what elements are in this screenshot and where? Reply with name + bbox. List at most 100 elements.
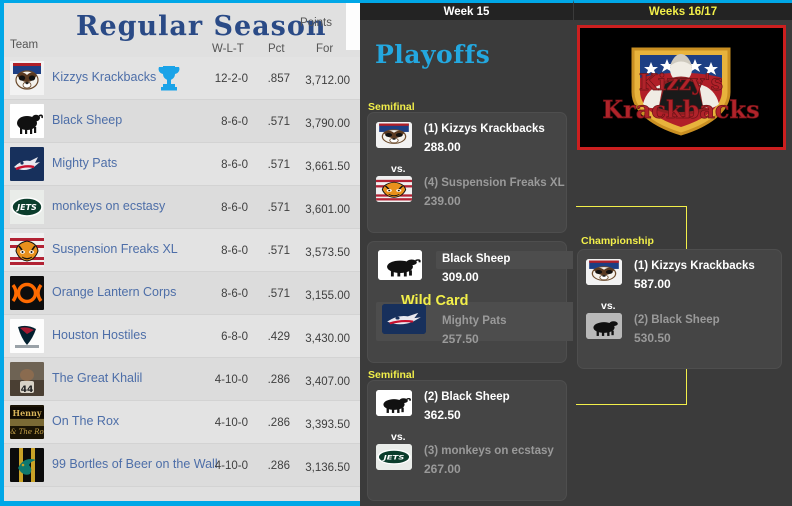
cell-pct: .571 bbox=[267, 245, 290, 257]
vs-label-championship: vs. bbox=[601, 300, 616, 312]
panel-bottom-accent bbox=[0, 501, 360, 506]
table-row[interactable]: Suspension Freaks XL 8-6-0 .571 3,573.50 bbox=[4, 229, 360, 272]
team-logo-icon bbox=[10, 233, 44, 267]
vertical-scrollbar[interactable] bbox=[346, 3, 360, 50]
cell-wlt: 4-10-0 bbox=[214, 417, 248, 429]
match-championship[interactable]: (1) Kizzys Krackbacks 587.00 vs. (2) Bla… bbox=[578, 250, 781, 368]
championship-winner-name[interactable]: (1) Kizzys Krackbacks bbox=[634, 260, 755, 272]
cell-points-for: 3,712.00 bbox=[305, 75, 350, 87]
match-semifinal-top[interactable]: (1) Kizzys Krackbacks 288.00 vs. (4) Sus… bbox=[368, 113, 566, 232]
team-logo-icon bbox=[10, 104, 44, 138]
team-logo-suspension-freaks-icon bbox=[376, 176, 412, 202]
team-logo-kizzys-icon bbox=[376, 122, 412, 148]
points-group-header: Points bbox=[300, 17, 332, 29]
column-header-wlt[interactable]: W-L-T bbox=[212, 43, 244, 55]
team-name-link[interactable]: Mighty Pats bbox=[52, 156, 117, 170]
cell-points-for: 3,155.00 bbox=[305, 290, 350, 302]
svg-text:Henny: Henny bbox=[13, 408, 42, 418]
wild-card-winner-score: 309.00 bbox=[442, 270, 479, 284]
playoff-bracket-column: Playoffs Semifinal (1) Kizzys Krackbacks… bbox=[360, 20, 584, 506]
svg-text:& The Ro: & The Ro bbox=[10, 428, 44, 436]
wild-card-winner-name[interactable]: Black Sheep bbox=[442, 253, 510, 265]
cell-pct: .571 bbox=[267, 116, 290, 128]
team-name-link[interactable]: The Great Khalil bbox=[52, 371, 142, 385]
tab-week-15[interactable]: Week 15 bbox=[360, 0, 573, 20]
wild-card-loser-score: 257.50 bbox=[442, 332, 479, 346]
table-row[interactable]: Kizzys Krackbacks 12-2-0 .857 3,712.00 bbox=[4, 57, 360, 100]
championship-loser-name[interactable]: (2) Black Sheep bbox=[634, 314, 720, 326]
semifinal-top-loser-name[interactable]: (4) Suspension Freaks XL bbox=[424, 177, 565, 189]
team-name-link[interactable]: On The Rox bbox=[52, 414, 119, 428]
table-row[interactable]: Mighty Pats 8-6-0 .571 3,661.50 bbox=[4, 143, 360, 186]
team-logo-icon: 44 bbox=[10, 362, 44, 396]
semifinal-bottom-winner-score: 362.50 bbox=[424, 408, 461, 422]
cell-points-for: 3,601.00 bbox=[305, 204, 350, 216]
semifinal-top-winner-name[interactable]: (1) Kizzys Krackbacks bbox=[424, 123, 545, 135]
table-row[interactable]: Henny & The Ro On The Rox 4-10-0 .286 3,393.5… bbox=[4, 401, 360, 444]
team-name-link[interactable]: Kizzys Krackbacks bbox=[52, 70, 156, 84]
trophy-icon bbox=[156, 64, 182, 92]
round-label-championship: Championship bbox=[581, 235, 654, 247]
standings-table-header: Team W-L-T Pct For bbox=[4, 38, 360, 58]
svg-text:JETS: JETS bbox=[381, 453, 404, 460]
wild-card-loser-name[interactable]: Mighty Pats bbox=[442, 315, 507, 327]
championship-column: Kizzy's Krackbacks Championship (1) Kizz… bbox=[573, 20, 792, 506]
cell-points-for: 3,136.50 bbox=[305, 462, 350, 474]
regular-season-standings-panel: Regular Season Points Team W-L-T Pct For… bbox=[0, 0, 360, 506]
column-header-pct[interactable]: Pct bbox=[268, 43, 285, 55]
cell-pct: .286 bbox=[267, 374, 290, 386]
table-row[interactable]: Black Sheep 8-6-0 .571 3,790.00 bbox=[4, 100, 360, 143]
semifinal-bottom-loser-score: 267.00 bbox=[424, 462, 461, 476]
cell-pct: .571 bbox=[267, 288, 290, 300]
table-row[interactable]: Orange Lantern Corps 8-6-0 .571 3,155.00 bbox=[4, 272, 360, 315]
cell-points-for: 3,790.00 bbox=[305, 118, 350, 130]
standings-table-container: Regular Season Points Team W-L-T Pct For… bbox=[4, 3, 360, 502]
championship-winner-score: 587.00 bbox=[634, 277, 671, 291]
match-wild-card[interactable]: Black Sheep 309.00 Wild Card Mighty Pats… bbox=[368, 242, 584, 362]
bracket-connector-top-horizontal bbox=[576, 206, 687, 207]
team-logo-icon bbox=[10, 276, 44, 310]
svg-text:JETS: JETS bbox=[15, 203, 37, 212]
semifinal-bottom-loser-name[interactable]: (3) monkeys on ecstasy bbox=[424, 445, 554, 457]
table-row[interactable]: JETS monkeys on ecstasy 8-6-0 .571 3,601.00 bbox=[4, 186, 360, 229]
cell-wlt: 6-8-0 bbox=[221, 331, 248, 343]
championship-loser-score: 530.50 bbox=[634, 331, 671, 345]
table-row[interactable]: 44 The Great Khalil 4-10-0 .286 3,407.00 bbox=[4, 358, 360, 401]
table-row[interactable]: Houston Hostiles 6-8-0 .429 3,430.00 bbox=[4, 315, 360, 358]
playoffs-heading: Playoffs bbox=[375, 40, 491, 69]
team-name-link[interactable]: monkeys on ecstasy bbox=[52, 199, 165, 213]
team-logo-icon bbox=[10, 147, 44, 181]
cell-points-for: 3,407.00 bbox=[305, 376, 350, 388]
team-name-link[interactable]: Suspension Freaks XL bbox=[52, 242, 178, 256]
standings-row-list: Kizzys Krackbacks 12-2-0 .857 3,712.00 Black… bbox=[4, 57, 360, 487]
cell-wlt: 8-6-0 bbox=[221, 202, 248, 214]
champion-banner-image: Kizzy's Krackbacks bbox=[577, 25, 786, 150]
semifinal-bottom-winner-name[interactable]: (2) Black Sheep bbox=[424, 391, 510, 403]
tab-weeks-16-17[interactable]: Weeks 16/17 bbox=[573, 0, 792, 20]
cell-points-for: 3,393.50 bbox=[305, 419, 350, 431]
champion-name-line2: Krackbacks bbox=[602, 95, 759, 124]
champion-name-line1: Kizzy's bbox=[639, 70, 723, 96]
team-name-link[interactable]: Houston Hostiles bbox=[52, 328, 147, 342]
team-logo-icon bbox=[10, 61, 44, 95]
team-name-link[interactable]: Black Sheep bbox=[52, 113, 122, 127]
cell-wlt: 8-6-0 bbox=[221, 245, 248, 257]
team-logo-mighty-pats-icon bbox=[382, 304, 426, 334]
kizzys-krackbacks-logo-icon: Kizzy's Krackbacks bbox=[580, 28, 783, 147]
cell-wlt: 12-2-0 bbox=[214, 73, 248, 85]
team-logo-black-sheep-icon bbox=[378, 250, 422, 280]
cell-pct: .571 bbox=[267, 202, 290, 214]
cell-points-for: 3,430.00 bbox=[305, 333, 350, 345]
cell-wlt: 4-10-0 bbox=[214, 374, 248, 386]
team-logo-icon: Henny & The Ro bbox=[10, 405, 44, 439]
match-semifinal-bottom[interactable]: (2) Black Sheep 362.50 vs. JETS (3) monk… bbox=[368, 381, 566, 500]
semifinal-top-loser-score: 239.00 bbox=[424, 194, 461, 208]
column-header-points-for[interactable]: For bbox=[316, 43, 333, 55]
semifinal-top-winner-score: 288.00 bbox=[424, 140, 461, 154]
column-header-team[interactable]: Team bbox=[10, 39, 38, 51]
cell-pct: .571 bbox=[267, 159, 290, 171]
team-logo-kizzys-champ-icon bbox=[586, 259, 622, 285]
table-row[interactable]: 99 Bortles of Beer on the Wall 4-10-0.286… bbox=[4, 444, 360, 487]
team-name-link[interactable]: Orange Lantern Corps bbox=[52, 285, 176, 299]
team-logo-icon: JETS bbox=[10, 190, 44, 224]
